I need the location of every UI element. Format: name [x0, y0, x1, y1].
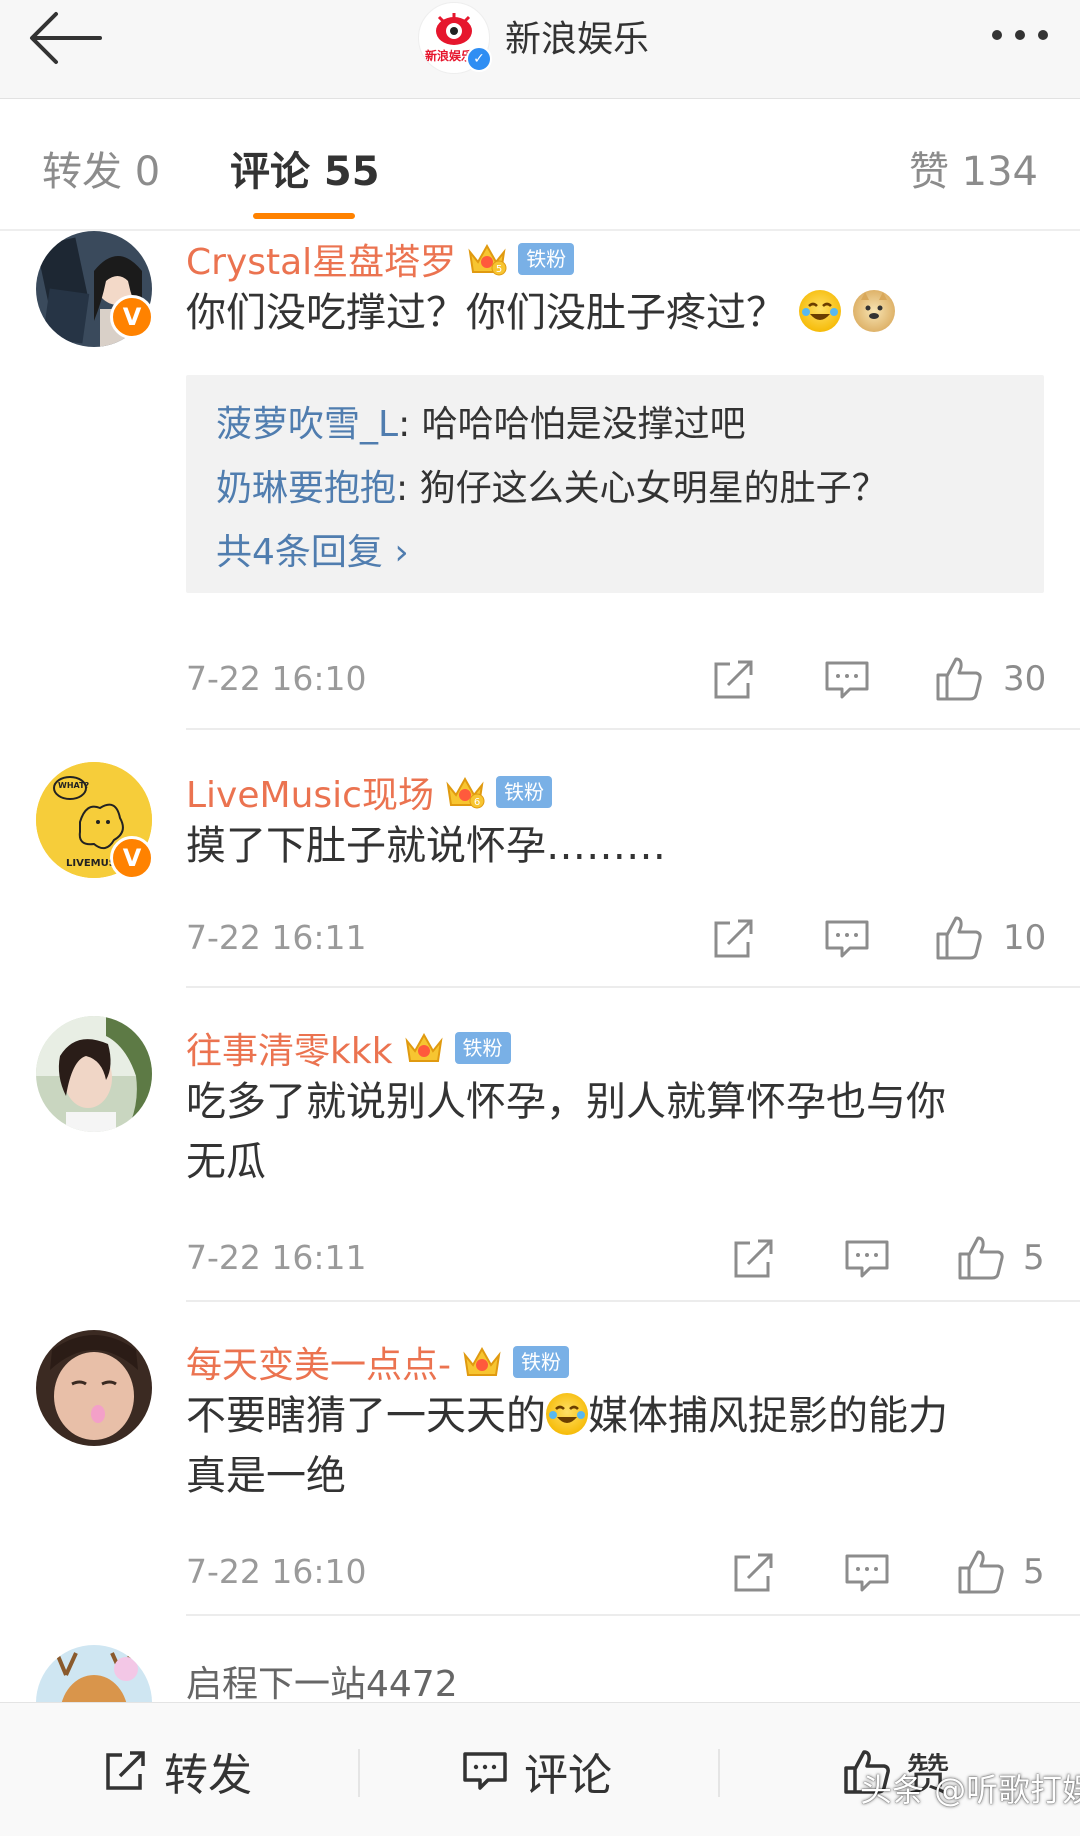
- avatar-text: WHAT?: [58, 781, 90, 790]
- comment-text: 摸了下肚子就说怀孕………: [186, 823, 666, 869]
- comment-icon[interactable]: [822, 655, 872, 705]
- laugh-cry-emoji-icon: [798, 290, 841, 332]
- comment-button[interactable]: 评论: [460, 1743, 612, 1801]
- page-title: 新浪娱乐: [505, 19, 650, 60]
- verified-badge-icon: ✓: [466, 46, 492, 72]
- divider: [186, 986, 1080, 988]
- reply-box: 菠萝吹雪_L: 哈哈哈怕是没撑过吧 奶琳要抱抱: 狗仔这么关心女明星的肚子？ 共…: [186, 375, 1044, 593]
- reply-item: 奶琳要抱抱: 狗仔这么关心女明星的肚子？: [216, 459, 888, 511]
- more-replies-link[interactable]: 共4条回复 ›: [216, 523, 409, 575]
- tab-bar: 转发 0 评论 55 赞 134: [0, 99, 1080, 229]
- active-tab-indicator: [253, 213, 355, 219]
- more-dots-icon: [1038, 30, 1048, 40]
- comment-item: 往事清零kkk 铁粉 吃多了就说别人怀孕，别人就算怀孕也与你 无瓜 7-22 1…: [0, 1016, 1080, 1302]
- thumbs-up-icon[interactable]: [956, 1232, 1006, 1282]
- fan-badge: 铁粉: [495, 776, 552, 808]
- like-count: 5: [1023, 1552, 1045, 1592]
- comment-time: 7-22 16:11: [186, 1238, 367, 1277]
- forward-label: 转发: [164, 1750, 252, 1801]
- comment-text: 吃多了就说别人怀孕，别人就算怀孕也与你 无瓜: [186, 1079, 946, 1185]
- share-icon: [106, 1751, 145, 1790]
- thumbs-up-icon[interactable]: [956, 1546, 1006, 1596]
- comment-icon[interactable]: [822, 914, 872, 964]
- share-icon[interactable]: [708, 914, 758, 964]
- laugh-cry-emoji-icon: [546, 1393, 588, 1435]
- svg-text:5: 5: [496, 264, 502, 275]
- divider: [718, 1749, 720, 1797]
- comment-item: 每天变美一点点- 铁粉 不要瞎猜了一天天的 媒体捕风捉影的能力 真是一绝 7-2…: [0, 1330, 1080, 1616]
- comment-icon[interactable]: [842, 1234, 892, 1284]
- comment-time: 7-22 16:11: [186, 918, 367, 957]
- crown-icon: [405, 1032, 443, 1062]
- comment-header: 往事清零kkk 铁粉: [186, 1022, 511, 1074]
- comment-time: 7-22 16:10: [186, 1552, 367, 1591]
- username[interactable]: Crystal星盘塔罗: [186, 233, 456, 285]
- comment-header: 启程下一站4472: [186, 1655, 458, 1702]
- crown-icon: [463, 1346, 501, 1376]
- svg-text:6: 6: [474, 797, 480, 808]
- verified-badge-icon: V: [110, 295, 154, 339]
- like-count: 10: [1003, 918, 1047, 958]
- share-icon[interactable]: [708, 655, 758, 705]
- forward-button[interactable]: 转发: [100, 1743, 252, 1801]
- like-count: 5: [1023, 1238, 1045, 1278]
- comment-item: WHAT? LIVEMUS V LiveMusic现场 6 铁粉 摸了下肚子就说…: [0, 760, 1080, 1016]
- username[interactable]: 往事清零kkk: [186, 1022, 393, 1074]
- thumbs-up-icon[interactable]: [934, 653, 984, 703]
- watermark: 头条 @听歌打娱: [860, 1771, 1080, 1809]
- doge-emoji-icon: [853, 290, 896, 332]
- verified-badge-icon: V: [110, 836, 154, 880]
- divider: [186, 1614, 1080, 1616]
- divider: [186, 728, 1080, 730]
- fan-badge: 铁粉: [518, 243, 575, 275]
- avatar-text: LIVEMUS: [66, 858, 116, 869]
- fan-badge: 铁粉: [513, 1346, 569, 1378]
- reply-username[interactable]: 菠萝吹雪_L: [216, 404, 398, 445]
- username[interactable]: 每天变美一点点-: [186, 1336, 451, 1388]
- more-button[interactable]: [980, 16, 1060, 56]
- share-icon[interactable]: [728, 1548, 778, 1598]
- more-dots-icon: [1015, 30, 1025, 40]
- comment-item: 启程下一站4472: [0, 1645, 1080, 1702]
- tab-forward[interactable]: 转发 0: [42, 139, 160, 197]
- comment-icon: [463, 1752, 507, 1790]
- comment-label: 评论: [524, 1750, 612, 1801]
- username[interactable]: 启程下一站4472: [186, 1655, 458, 1702]
- reply-username[interactable]: 奶琳要抱抱: [216, 468, 396, 509]
- divider: [358, 1749, 360, 1797]
- more-dots-icon: [992, 30, 1002, 40]
- crown-icon: 5: [468, 243, 507, 276]
- avatar[interactable]: [36, 1330, 152, 1446]
- comment-item: V Crystal星盘塔罗 5 铁粉 你们没吃撑过？你们没肚子疼过？ 菠萝吹雪_…: [0, 231, 1080, 730]
- reply-item: 菠萝吹雪_L: 哈哈哈怕是没撑过吧: [216, 395, 746, 447]
- fan-badge: 铁粉: [454, 1032, 511, 1064]
- reply-text: : 狗仔这么关心女明星的肚子？: [396, 468, 888, 509]
- comment-header: 每天变美一点点- 铁粉: [186, 1336, 569, 1388]
- comment-text: 你们没吃撑过？你们没肚子疼过？: [186, 283, 1046, 343]
- crown-icon: 6: [446, 776, 485, 809]
- comment-time: 7-22 16:10: [186, 659, 367, 698]
- thumbs-up-icon[interactable]: [934, 912, 984, 962]
- back-button[interactable]: [26, 6, 106, 70]
- comment-header: Crystal星盘塔罗 5 铁粉: [186, 233, 575, 285]
- avatar[interactable]: [36, 1645, 152, 1702]
- comment-header: LiveMusic现场 6 铁粉: [186, 766, 552, 818]
- divider: [186, 1300, 1080, 1302]
- tab-comments[interactable]: 评论 55: [230, 139, 380, 197]
- comment-text: 不要瞎猜了一天天的 媒体捕风捉影的能力 真是一绝: [186, 1393, 948, 1499]
- username[interactable]: LiveMusic现场: [186, 766, 434, 818]
- avatar[interactable]: [36, 1016, 152, 1132]
- like-count: 30: [1003, 659, 1047, 699]
- back-arrow-icon: [30, 12, 102, 64]
- reply-text: : 哈哈哈怕是没撑过吧: [398, 404, 746, 445]
- top-nav-bar: 新浪娱乐 ✓ 新浪娱乐: [0, 0, 1080, 99]
- comment-icon[interactable]: [842, 1548, 892, 1598]
- share-icon[interactable]: [728, 1234, 778, 1284]
- tab-likes[interactable]: 赞 134: [909, 139, 1038, 197]
